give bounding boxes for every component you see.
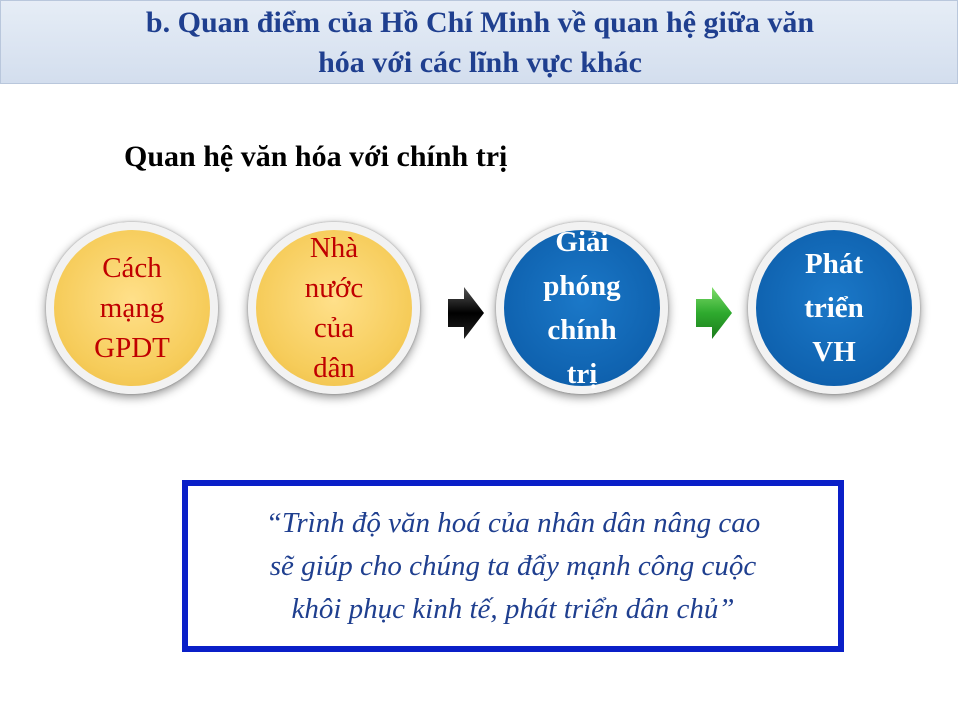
circle-label: Giải phóng chính trị — [543, 226, 621, 390]
circle-label: Phát triển VH — [804, 248, 864, 368]
black-arrow-icon — [448, 287, 484, 339]
circle-nha-nuoc-cua-dan: Nhà nước của dân — [248, 222, 420, 394]
slide-title: b. Quan điểm của Hồ Chí Minh về quan hệ … — [145, 6, 815, 79]
circle-cach-mang-gpdt: Cách mạng GPDT — [46, 222, 218, 394]
circle-giai-phong-chinh-tri: Giải phóng chính trị — [496, 222, 668, 394]
circle-label: Nhà nước của dân — [304, 232, 364, 384]
quote-text: “Trình độ văn hoá của nhân dân nâng cao … — [265, 506, 761, 625]
green-arrow-icon — [696, 287, 732, 339]
circle-phat-trien-vh: Phát triển VH — [748, 222, 920, 394]
title-bar: b. Quan điểm của Hồ Chí Minh về quan hệ … — [0, 0, 958, 84]
section-subtitle: Quan hệ văn hóa với chính trị — [124, 140, 508, 173]
quote-box: “Trình độ văn hoá của nhân dân nâng cao … — [182, 480, 844, 652]
circle-label: Cách mạng GPDT — [94, 252, 170, 364]
